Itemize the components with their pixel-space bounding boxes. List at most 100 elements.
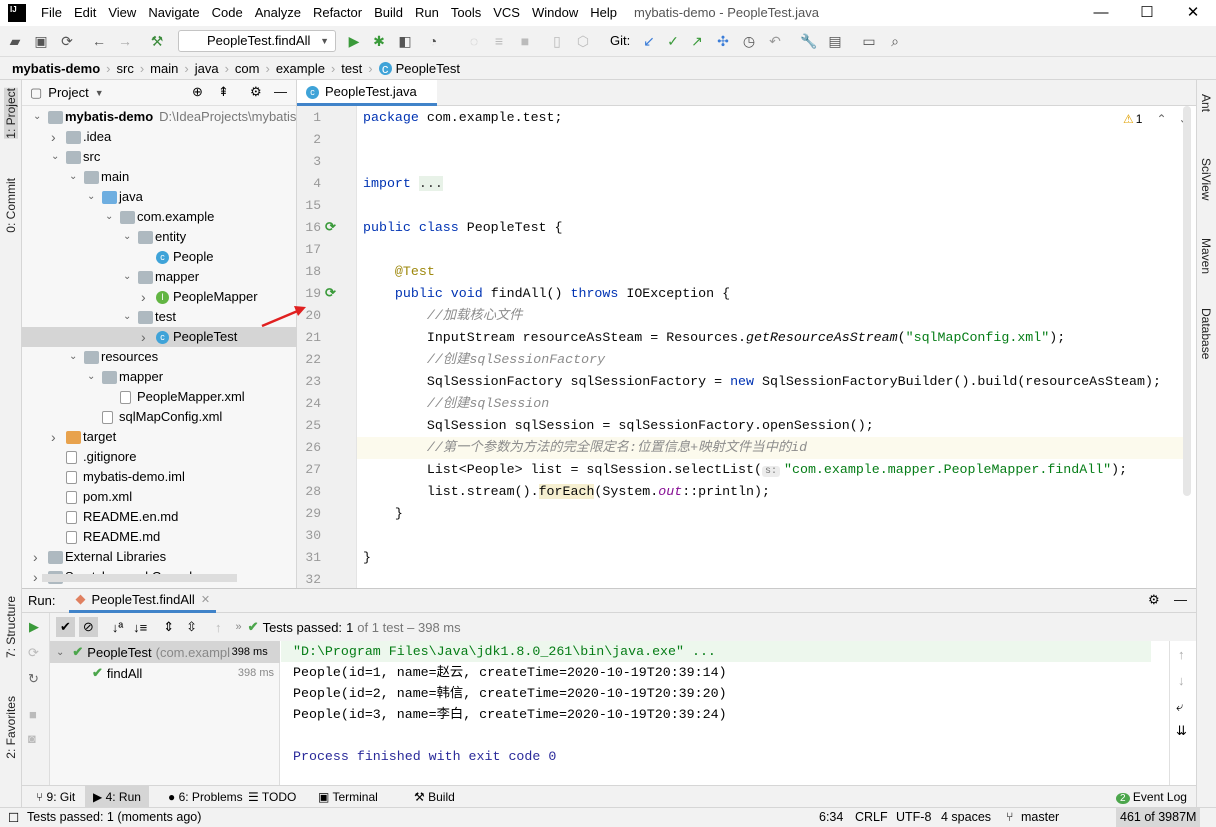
git-push-icon[interactable]: ↗ — [688, 32, 706, 50]
scroll-to-end-icon[interactable]: ⇊ — [1176, 723, 1187, 739]
chevron-down-icon[interactable]: ⌄ — [123, 267, 133, 287]
tool-tab-problems[interactable]: ● 6: Problems — [160, 786, 251, 808]
prev-test-icon[interactable]: ↑ — [215, 620, 222, 635]
console-output[interactable]: "D:\Program Files\Java\jdk1.8.0_261\bin\… — [281, 641, 1169, 786]
menu-window[interactable]: Window — [526, 0, 584, 26]
tree-item[interactable]: ⌄ mybatis-demo D:\IdeaProjects\mybatis — [22, 107, 297, 127]
tree-item[interactable]: c People — [22, 247, 297, 267]
menu-edit[interactable]: Edit — [68, 0, 102, 26]
tool-window-maven[interactable]: Maven — [1199, 238, 1213, 274]
tree-item[interactable]: › c PeopleTest — [22, 327, 297, 347]
tree-item[interactable]: ⌄ com.example — [22, 207, 297, 227]
expand-all-icon[interactable]: ⇕ — [163, 619, 174, 635]
chevron-down-icon[interactable]: ⌄ — [123, 307, 133, 327]
breadcrumb-item[interactable]: test — [341, 61, 362, 76]
sort-duration-icon[interactable]: ↓≡ — [133, 620, 147, 635]
chevron-right-icon[interactable]: › — [141, 287, 151, 307]
chevron-down-icon[interactable]: ⌄ — [87, 367, 97, 387]
tree-item[interactable]: ⌄ entity — [22, 227, 297, 247]
debug-icon[interactable]: ✱ — [370, 32, 388, 50]
tree-item[interactable]: ⌄ mapper — [22, 267, 297, 287]
project-view-select[interactable]: Project — [48, 85, 88, 100]
menu-view[interactable]: View — [102, 0, 142, 26]
sync-icon[interactable]: ⟳ — [58, 32, 76, 50]
test-suite-row[interactable]: ⌄ ✔ PeopleTest (com.example 398 ms — [50, 641, 280, 663]
screenshot-icon[interactable]: ◙ — [28, 731, 36, 746]
menu-refactor[interactable]: Refactor — [307, 0, 368, 26]
up-icon[interactable]: ↑ — [1178, 647, 1185, 662]
back-icon[interactable]: ← — [90, 32, 108, 50]
presentation-icon[interactable]: ▭ — [860, 32, 878, 50]
tool-tab-git[interactable]: ⑂ 9: Git — [28, 786, 83, 808]
sdk-icon[interactable]: ⬡ — [574, 32, 592, 50]
coverage-icon[interactable]: ◧ — [396, 32, 414, 50]
tool-window-commit[interactable]: 0: Commit — [4, 178, 18, 233]
minimize-button[interactable]: — — [1078, 0, 1124, 26]
gear-icon[interactable]: ⚙ — [250, 84, 262, 100]
event-log-button[interactable]: 2 Event Log — [1108, 786, 1195, 808]
menu-navigate[interactable]: Navigate — [142, 0, 205, 26]
settings-wrench-icon[interactable]: 🔧 — [800, 32, 818, 50]
show-passed-icon[interactable]: ✔ — [56, 617, 75, 637]
show-ignored-icon[interactable]: ⊘ — [78, 617, 98, 637]
soft-wrap-icon[interactable]: ⤶ — [1176, 699, 1183, 715]
sort-alpha-icon[interactable]: ↓ª — [112, 620, 123, 635]
attach-icon[interactable]: ◌ — [465, 32, 483, 50]
chevron-down-icon[interactable]: ⌄ — [69, 347, 79, 367]
git-commit-icon[interactable]: ✓ — [664, 32, 682, 50]
close-tab-icon[interactable]: ✕ — [201, 593, 210, 606]
menu-build[interactable]: Build — [368, 0, 409, 26]
rerun-icon[interactable]: ▶ — [29, 619, 39, 635]
open-icon[interactable]: ▰ — [6, 32, 24, 50]
code-area[interactable]: 1 2 3 4 15 16 ⟳ 17 18 19 ⟳ 20 21 22 23 24 25 26 27 28 29 30 31… — [297, 106, 1196, 588]
editor-scrollbar[interactable] — [1183, 106, 1191, 496]
profile-icon[interactable]: ◔ — [424, 32, 442, 50]
tool-window-sciview[interactable]: SciView — [1199, 158, 1213, 200]
chevron-down-icon[interactable]: ⌄ — [69, 167, 79, 187]
chevron-down-icon[interactable]: ⌄ — [87, 187, 97, 207]
tree-item[interactable]: ⌄ resources — [22, 347, 297, 367]
tree-item[interactable]: .gitignore — [22, 447, 297, 467]
forward-icon[interactable]: → — [116, 32, 134, 50]
rerun-failed-icon[interactable]: ⟳ — [28, 645, 39, 661]
collapse-all-icon[interactable]: ⇳ — [186, 619, 197, 635]
tool-tab-build[interactable]: ⚒ Build — [406, 786, 463, 808]
save-icon[interactable]: ▣ — [32, 32, 50, 50]
chevron-right-icon[interactable]: › — [141, 327, 151, 347]
git-update-icon[interactable]: ↙ — [640, 32, 658, 50]
tree-item[interactable]: › External Libraries — [22, 547, 297, 567]
tool-window-structure[interactable]: 7: Structure — [4, 596, 18, 658]
rollback-icon[interactable]: ↶ — [766, 32, 784, 50]
file-encoding[interactable]: UTF-8 — [896, 810, 931, 824]
breadcrumb-item[interactable]: src — [116, 61, 133, 76]
tree-horizontal-scrollbar[interactable] — [42, 574, 237, 582]
chevron-down-icon[interactable]: ▼ — [95, 88, 104, 98]
collapse-all-icon[interactable]: ⇞ — [218, 84, 229, 100]
history-icon[interactable]: ◷ — [740, 32, 758, 50]
menu-analyze[interactable]: Analyze — [249, 0, 307, 26]
search-icon[interactable]: ⌕ — [886, 32, 904, 50]
breadcrumb-item[interactable]: com — [235, 61, 260, 76]
maximize-button[interactable]: ☐ — [1124, 0, 1170, 26]
run-gutter-icon[interactable]: ⟳ — [325, 219, 336, 235]
tree-item[interactable]: ⌄ mapper — [22, 367, 297, 387]
tree-item[interactable]: › target — [22, 427, 297, 447]
tree-item[interactable]: README.en.md — [22, 507, 297, 527]
line-separator[interactable]: CRLF — [855, 810, 888, 824]
run-tab[interactable]: ◆ PeopleTest.findAll ✕ — [69, 589, 217, 613]
down-icon[interactable]: ↓ — [1178, 673, 1185, 688]
indent-setting[interactable]: 4 spaces — [941, 810, 991, 824]
menu-run[interactable]: Run — [409, 0, 445, 26]
tool-window-ant[interactable]: Ant — [1199, 94, 1213, 112]
menu-vcs[interactable]: VCS — [487, 0, 526, 26]
more-icon[interactable]: » — [236, 621, 242, 633]
chevron-right-icon[interactable]: › — [33, 547, 43, 567]
run-gutter-icon[interactable]: ⟳ — [325, 285, 336, 301]
tool-tab-run[interactable]: ▶ 4: Run — [85, 786, 149, 808]
menu-file[interactable]: File — [35, 0, 68, 26]
build-hammer-icon[interactable]: ⚒ — [148, 32, 166, 50]
prev-issue-icon[interactable]: ⌃ — [1156, 112, 1166, 126]
memory-indicator[interactable]: 461 of 3987M — [1116, 808, 1201, 827]
stop-icon[interactable]: ■ — [516, 32, 534, 50]
step-icon[interactable]: ≡ — [490, 32, 508, 50]
